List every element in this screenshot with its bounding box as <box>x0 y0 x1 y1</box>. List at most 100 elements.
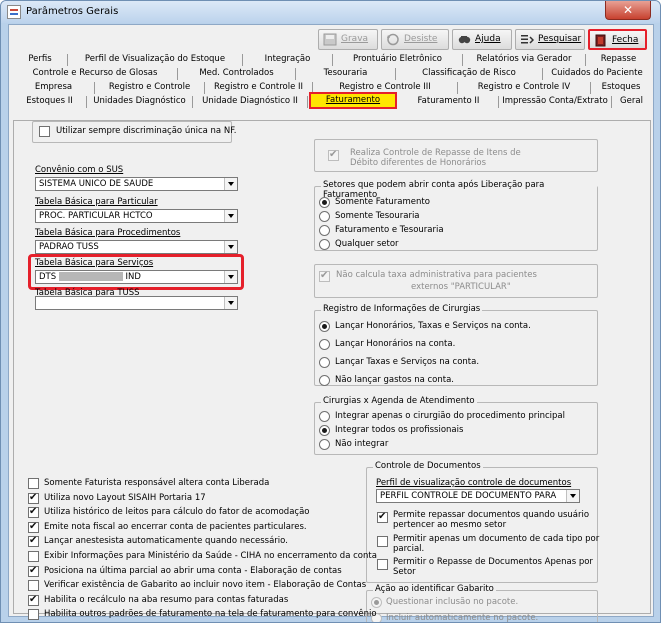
setor-option-2-rad[interactable] <box>319 211 330 222</box>
gabarito-title: Ação ao identificar Gabarito <box>373 584 496 594</box>
tab-integracao[interactable]: Integração <box>243 54 333 66</box>
tab-tuss-select[interactable] <box>35 296 238 310</box>
tab-row-4: Estoques II Unidades Diagnóstico Unidade… <box>13 92 651 109</box>
taxa-label-2: externos "PARTICULAR" <box>411 282 511 292</box>
bottom-option-5-chk[interactable] <box>28 535 39 548</box>
chevron-down-icon[interactable] <box>224 241 237 253</box>
bottom-option-1-chk[interactable] <box>28 478 39 489</box>
setor-option-4-rad[interactable] <box>319 239 330 250</box>
agenda-title: Cirurgias x Agenda de Atendimento <box>321 396 477 406</box>
tab-tesouraria[interactable]: Tesouraria <box>296 68 396 80</box>
repasse-label-2: Débito diferentes de Honorários <box>350 158 487 168</box>
tab-geral[interactable]: Geral <box>612 96 651 108</box>
bottom-option-4-label: Emite nota fiscal ao encerrar conta de p… <box>44 521 307 532</box>
agenda-option-1-rad[interactable] <box>319 411 330 422</box>
tab-repasse[interactable]: Repasse <box>586 54 651 66</box>
setor-option-1-rad[interactable] <box>319 197 330 208</box>
tab-servicos-label: Tabela Básica para Serviços <box>35 258 154 268</box>
setor-option-3-label: Faturamento e Tesouraria <box>335 225 444 235</box>
perfil-docs-select[interactable]: PERFIL CONTROLE DE DOCUMENTO PARA <box>376 489 580 503</box>
bottom-option-4-chk[interactable] <box>28 521 39 533</box>
doc-repassar-label-2: pertencer ao mesmo setor <box>393 520 507 530</box>
chevron-down-icon[interactable] <box>566 490 579 502</box>
tab-registro-controle-iv[interactable]: Registro e Controle IV <box>458 82 591 94</box>
bottom-option-9-label: Habilita o recálculo na aba resumo para … <box>44 594 289 605</box>
grava-button[interactable]: Grava <box>318 29 378 50</box>
doc-unico-label-2: parcial. <box>393 544 425 554</box>
fecha-label: Fecha <box>612 35 639 45</box>
bottom-option-9-chk[interactable] <box>28 594 39 606</box>
cirurgias-title: Registro de Informações de Cirurgias <box>321 304 483 314</box>
tab-classificacao-risco[interactable]: Classificação de Risco <box>396 68 543 80</box>
tab-prontuario-eletronico[interactable]: Prontuário Eletrônico <box>333 54 463 66</box>
taxa-label-1: Não calcula taxa administrativa para pac… <box>336 270 537 280</box>
tab-empresa[interactable]: Empresa <box>13 82 95 94</box>
tab-unidades-diagnostico[interactable]: Unidades Diagnóstico <box>87 96 193 108</box>
title-bar: Parâmetros Gerais ✕ <box>1 1 660 23</box>
setor-option-1-label: Somente Faturamento <box>335 197 430 207</box>
tab-procedimentos-value: PADRAO TUSS <box>39 242 99 252</box>
desiste-label: Desiste <box>404 34 438 44</box>
setor-option-3-rad[interactable] <box>319 225 330 236</box>
tab-relatorios-gerador[interactable]: Relatórios via Gerador <box>463 54 586 66</box>
cirurgia-option-2-rad[interactable] <box>319 339 330 350</box>
bottom-option-10-label: Habilita outros padrões de faturamento n… <box>44 609 377 620</box>
convenio-sus-select[interactable]: SISTEMA UNICO DE SAUDE <box>35 177 238 191</box>
doc-setor-label-1: Permitir o Repasse de Documentos Apenas … <box>393 557 593 567</box>
bottom-option-3-chk[interactable] <box>28 506 39 519</box>
tab-perfis[interactable]: Perfis <box>13 54 68 66</box>
agenda-option-3-rad[interactable] <box>319 439 330 450</box>
chevron-down-icon[interactable] <box>224 271 237 283</box>
cirurgia-option-3-rad[interactable] <box>319 357 330 368</box>
app-icon <box>7 5 21 19</box>
tab-unidade-diagnostico-ii[interactable]: Unidade Diagnóstico II <box>193 96 308 108</box>
pesquisar-button[interactable]: Pesquisar <box>515 29 585 50</box>
desiste-button[interactable]: Desiste <box>381 29 449 50</box>
chevron-down-icon[interactable] <box>224 178 237 190</box>
tab-estoques-ii[interactable]: Estoques II <box>13 96 87 108</box>
bottom-option-7-chk[interactable] <box>28 565 39 577</box>
cirurgia-option-4-label: Não lançar gastos na conta. <box>335 375 455 385</box>
cirurgia-option-3-label: Lançar Taxas e Serviços na conta. <box>335 357 480 367</box>
doc-repassar-checkbox[interactable] <box>377 511 388 523</box>
tab-registro-controle-ii[interactable]: Registro e Controle II <box>205 82 313 94</box>
tab-faturamento[interactable]: Faturamento <box>309 92 397 109</box>
bottom-option-8-chk[interactable] <box>28 580 39 592</box>
agenda-option-2-label: Integrar todos os profissionais <box>335 425 464 435</box>
bottom-option-2-chk[interactable] <box>28 492 39 504</box>
ajuda-button[interactable]: Ajuda <box>452 29 512 50</box>
tab-med-controlados[interactable]: Med. Controlados <box>178 68 296 80</box>
tab-servicos-select[interactable]: DTS IND <box>35 270 238 284</box>
fecha-button[interactable]: Fecha <box>588 29 647 50</box>
doc-unico-checkbox[interactable] <box>377 536 388 547</box>
setor-option-2-label: Somente Tesouraria <box>335 211 420 221</box>
cirurgia-option-1-label: Lançar Honorários, Taxas e Serviços na c… <box>335 321 531 331</box>
taxa-checkbox[interactable] <box>319 270 330 282</box>
docs-title: Controle de Documentos <box>373 461 483 471</box>
bottom-option-10-chk[interactable] <box>28 609 39 621</box>
chevron-down-icon[interactable] <box>224 297 237 309</box>
cirurgia-option-4-rad[interactable] <box>319 375 330 386</box>
bottom-option-1-label: Somente Faturista responsável altera con… <box>44 478 270 488</box>
tab-perfil-visualizacao-estoque[interactable]: Perfil de Visualização do Estoque <box>68 54 243 66</box>
agenda-option-2-rad[interactable] <box>319 425 330 436</box>
tab-particular-select[interactable]: PROC. PARTICULAR HCTCO <box>35 209 238 223</box>
tab-registro-controle[interactable]: Registro e Controle <box>95 82 205 94</box>
tab-cuidados-paciente[interactable]: Cuidados do Paciente <box>543 68 651 80</box>
tab-estoques[interactable]: Estoques <box>591 82 651 94</box>
window-close-button[interactable]: ✕ <box>605 1 651 20</box>
gabarito-incluir-label: Incluir automaticamente no pacote. <box>386 613 539 623</box>
tab-procedimentos-select[interactable]: PADRAO TUSS <box>35 240 238 254</box>
window-title: Parâmetros Gerais <box>26 6 119 17</box>
cirurgia-option-1-rad[interactable] <box>319 321 330 332</box>
tab-faturamento-ii[interactable]: Faturamento II <box>399 96 499 108</box>
tab-impressao-conta-extrato[interactable]: Impressão Conta/Extrato <box>499 96 612 108</box>
chevron-down-icon[interactable] <box>224 210 237 222</box>
unica-nf-checkbox[interactable] <box>39 126 50 137</box>
repasse-label-1: Realiza Controle de Repasse de Itens de <box>350 148 521 158</box>
tab-controle-recurso-glosas[interactable]: Controle e Recurso de Glosas <box>13 68 178 80</box>
bottom-option-6-chk[interactable] <box>28 551 39 562</box>
gabarito-questionar-radio[interactable] <box>371 597 382 608</box>
repasse-checkbox[interactable] <box>328 149 339 161</box>
doc-setor-checkbox[interactable] <box>377 559 388 570</box>
